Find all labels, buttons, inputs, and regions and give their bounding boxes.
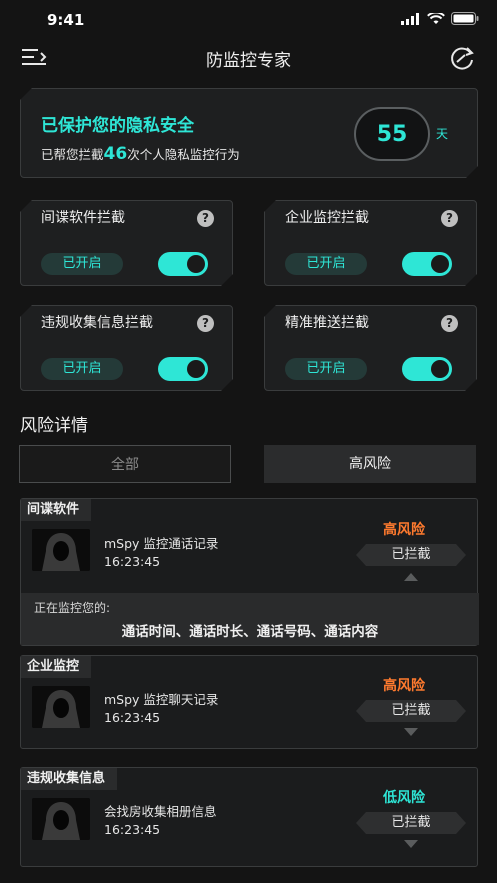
chevron-down-icon[interactable]: [404, 840, 418, 848]
toggle-knob: [187, 255, 205, 273]
card-title: 精准推送拦截: [285, 315, 369, 331]
tab-high-risk[interactable]: 高风险: [264, 445, 476, 483]
risk-card-spyware[interactable]: 间谍软件 mSpy 监控通话记录 16:23:45 高风险 已拦截 正在监控您的…: [20, 498, 479, 646]
risk-category: 违规收集信息: [21, 768, 118, 790]
risk-name: mSpy 监控通话记录: [104, 536, 219, 551]
status-badge: 已开启: [285, 253, 367, 275]
risk-category: 间谍软件: [21, 499, 92, 521]
toggle-knob: [431, 255, 449, 273]
status-badge: 已开启: [41, 253, 123, 275]
card-title: 违规收集信息拦截: [41, 315, 153, 331]
wifi-icon: [427, 12, 445, 24]
protected-days: 55: [354, 107, 430, 161]
signal-icon: [401, 12, 419, 25]
status-badge: 已开启: [41, 358, 123, 380]
help-icon[interactable]: ?: [197, 210, 214, 227]
status-icons: [401, 12, 479, 25]
monitor-items: 通话时间、通话时长、通话号码、通话内容: [121, 624, 379, 640]
blocked-badge: 已拦截: [356, 544, 466, 566]
card-enterprise: 企业监控拦截 ? 已开启: [264, 200, 477, 286]
chevron-down-icon[interactable]: [404, 728, 418, 736]
blocked-badge: 已拦截: [356, 812, 466, 834]
risk-level: 低风险: [383, 790, 425, 806]
status-bar: 9:41: [0, 0, 497, 40]
risk-name: mSpy 监控聊天记录: [104, 692, 219, 707]
spyware-toggle[interactable]: [158, 252, 208, 276]
status-time: 9:41: [47, 11, 85, 29]
card-title: 间谍软件拦截: [41, 210, 125, 226]
risk-time: 16:23:45: [104, 554, 161, 569]
hooded-figure-icon: [32, 686, 90, 728]
refresh-icon[interactable]: [447, 45, 477, 71]
hooded-figure-icon: [32, 529, 90, 571]
chevron-up-icon[interactable]: [404, 573, 418, 581]
protection-summary: 已保护您的隐私安全 已帮您拦截46次个人隐私监控行为 55 天: [20, 88, 478, 178]
monitor-heading: 正在监控您的:: [34, 601, 111, 615]
monitor-details: 正在监控您的: 通话时间、通话时长、通话号码、通话内容: [21, 593, 479, 645]
card-targeted-push: 精准推送拦截 ? 已开启: [264, 305, 477, 391]
page-title: 防监控专家: [206, 51, 291, 71]
tab-all[interactable]: 全部: [19, 445, 231, 483]
toggle-knob: [187, 360, 205, 378]
help-icon[interactable]: ?: [441, 210, 458, 227]
protection-subtitle: 已帮您拦截46次个人隐私监控行为: [41, 144, 240, 164]
blocked-count: 46: [103, 144, 128, 164]
risk-level: 高风险: [383, 678, 425, 694]
card-title: 企业监控拦截: [285, 210, 369, 226]
illegal-collection-toggle[interactable]: [158, 357, 208, 381]
risk-level: 高风险: [383, 522, 425, 538]
card-spyware: 间谍软件拦截 ? 已开启: [20, 200, 233, 286]
risk-card-illegal-collection[interactable]: 违规收集信息 会找房收集相册信息 16:23:45 低风险 已拦截: [20, 767, 478, 867]
subtitle-prefix: 已帮您拦截: [41, 147, 104, 162]
blocked-badge: 已拦截: [356, 700, 466, 722]
section-title: 风险详情: [20, 416, 88, 436]
risk-time: 16:23:45: [104, 710, 161, 725]
card-illegal-collection: 违规收集信息拦截 ? 已开启: [20, 305, 233, 391]
risk-card-enterprise[interactable]: 企业监控 mSpy 监控聊天记录 16:23:45 高风险 已拦截: [20, 655, 478, 749]
enterprise-toggle[interactable]: [402, 252, 452, 276]
nav-bar: 防监控专家: [0, 40, 497, 76]
help-icon[interactable]: ?: [441, 315, 458, 332]
protection-title: 已保护您的隐私安全: [41, 116, 194, 136]
help-icon[interactable]: ?: [197, 315, 214, 332]
days-unit: 天: [436, 127, 449, 141]
status-badge: 已开启: [285, 358, 367, 380]
risk-name: 会找房收集相册信息: [104, 804, 217, 819]
targeted-push-toggle[interactable]: [402, 357, 452, 381]
risk-time: 16:23:45: [104, 822, 161, 837]
battery-icon: [451, 12, 479, 25]
hooded-figure-icon: [32, 798, 90, 840]
toggle-knob: [431, 360, 449, 378]
subtitle-suffix: 次个人隐私监控行为: [127, 147, 240, 162]
risk-category: 企业监控: [21, 656, 92, 678]
